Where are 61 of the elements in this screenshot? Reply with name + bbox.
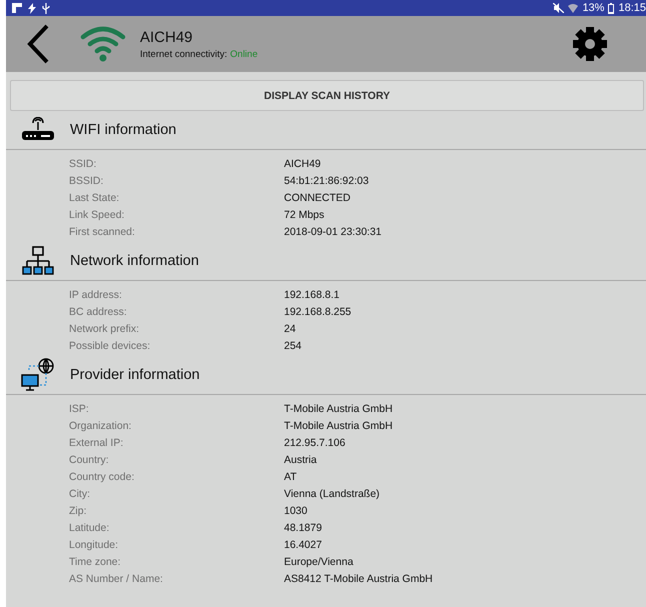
- usb-icon: [42, 2, 50, 14]
- field-label: SSID:: [69, 158, 98, 170]
- field-label: Zip:: [69, 504, 88, 516]
- field-value: 72 Mbps: [284, 208, 324, 220]
- field-value: Austria: [284, 454, 317, 466]
- field-label: ISP:: [69, 402, 90, 414]
- connectivity-label: Internet connectivity:: [140, 48, 228, 60]
- section-title: Provider information: [70, 367, 200, 383]
- field-value: Europe/Vienna: [284, 556, 354, 568]
- wifi-signal-icon: [80, 26, 126, 62]
- field-value: 1030: [284, 504, 308, 516]
- section-title: Network information: [70, 253, 199, 269]
- field-label: BC address:: [69, 306, 128, 318]
- field-label: Possible devices:: [69, 340, 152, 352]
- battery-percent: 13%: [582, 2, 604, 14]
- field-value: T-Mobile Austria GmbH: [284, 402, 393, 414]
- clock: 18:15: [618, 2, 646, 14]
- field-label: Country code:: [69, 470, 136, 482]
- network-diagram-icon: [22, 246, 54, 276]
- field-value: 16.4027: [284, 538, 322, 550]
- settings-icon[interactable]: [572, 26, 608, 62]
- field-label: Latitude:: [69, 522, 110, 534]
- field-label: BSSID:: [69, 174, 104, 186]
- mute-icon: [553, 3, 564, 13]
- notification-icon: [12, 3, 22, 13]
- connectivity-status: Online: [230, 48, 258, 60]
- field-value: 2018-09-01 23:30:31: [284, 226, 382, 238]
- field-value: 24: [284, 322, 296, 334]
- field-value: 192.168.8.1: [284, 288, 340, 300]
- back-icon[interactable]: [26, 24, 50, 64]
- lightning-icon: [28, 2, 36, 14]
- field-value: 254: [284, 340, 302, 352]
- field-value: AICH49: [284, 158, 321, 170]
- field-value: 192.168.8.255: [284, 306, 352, 318]
- field-value: AT: [284, 470, 297, 482]
- field-label: AS Number / Name:: [69, 572, 164, 584]
- field-label: Country:: [69, 454, 110, 466]
- computer-globe-icon: [21, 358, 55, 392]
- field-label: Link Speed:: [69, 208, 126, 220]
- field-label: Time zone:: [69, 556, 122, 568]
- section-title: WIFI information: [70, 122, 176, 138]
- network-name: AICH49: [140, 28, 194, 46]
- field-label: Longitude:: [69, 538, 120, 550]
- router-icon: [21, 117, 55, 143]
- field-value: Vienna (Landstraße): [284, 488, 380, 500]
- wifi-icon: [568, 3, 578, 13]
- field-label: First scanned:: [69, 226, 136, 238]
- field-value: 48.1879: [284, 522, 322, 534]
- field-label: IP address:: [69, 288, 123, 300]
- field-value: CONNECTED: [284, 192, 351, 204]
- field-value: AS8412 T-Mobile Austria GmbH: [284, 572, 433, 584]
- field-label: External IP:: [69, 436, 124, 448]
- field-label: Last State:: [69, 192, 120, 204]
- display-scan-history-button[interactable]: DISPLAY SCAN HISTORY: [10, 80, 644, 111]
- field-value: 212.95.7.106: [284, 436, 346, 448]
- field-value: 54:b1:21:86:92:03: [284, 174, 369, 186]
- field-label: City:: [69, 488, 91, 500]
- field-label: Network prefix:: [69, 322, 140, 334]
- battery-icon: [608, 2, 614, 14]
- field-value: T-Mobile Austria GmbH: [284, 420, 393, 432]
- field-label: Organization:: [69, 420, 132, 432]
